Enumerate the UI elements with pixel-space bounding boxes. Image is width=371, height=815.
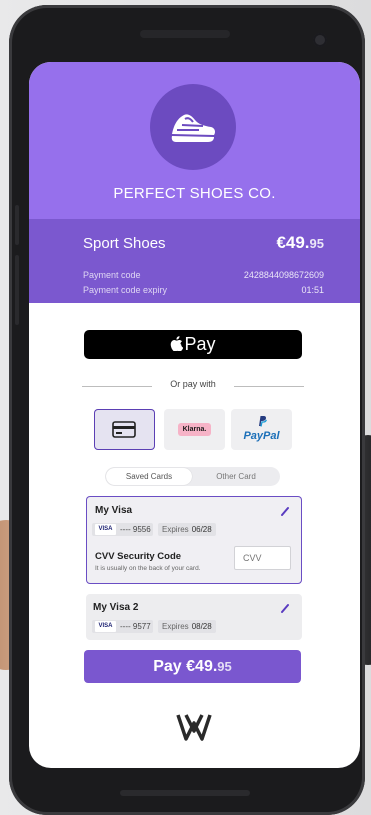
phone-speaker (140, 30, 230, 38)
payment-code-expiry-value: 01:51 (301, 285, 324, 295)
apple-pay-label: Pay (184, 334, 216, 354)
klarna-method-button[interactable]: Klarna. (164, 409, 225, 450)
edit-pencil-icon[interactable] (280, 506, 290, 516)
apple-pay-button[interactable]: Pay (84, 330, 302, 359)
brand-name: PERFECT SHOES CO. (113, 185, 276, 202)
phone-chin (120, 790, 250, 796)
phone-volume-button (15, 205, 19, 245)
cvv-hint: It is usually on the back of your card. (95, 565, 201, 572)
card-expiry: Expires 06/28 (158, 523, 216, 536)
pay-label: Pay (153, 658, 182, 675)
card-title: My Visa 2 (93, 602, 139, 613)
payment-code-label: Payment code (83, 270, 141, 280)
card-number: ---- 9556 (120, 525, 151, 534)
cvv-title: CVV Security Code (95, 551, 182, 562)
or-pay-with-divider: Or pay with (82, 379, 304, 393)
checkout-screen: PERFECT SHOES CO. Sport Shoes €49.95 Pay… (29, 62, 360, 768)
apple-icon (171, 336, 184, 352)
card-number: ---- 9577 (120, 622, 151, 631)
shoe-icon (171, 114, 215, 142)
card-method-button[interactable] (94, 409, 155, 450)
visa-logo: VISA (95, 621, 116, 632)
tab-saved-cards[interactable]: Saved Cards (106, 468, 192, 485)
paypal-method-button[interactable]: PayPal (231, 409, 292, 450)
edit-pencil-icon[interactable] (280, 603, 290, 613)
phone-camera (313, 33, 327, 47)
brand-header: PERFECT SHOES CO. (29, 62, 360, 219)
brand-logo (150, 84, 236, 170)
saved-card-my-visa-2[interactable]: My Visa 2 VISA ---- 9577 Expires 08/28 (86, 594, 302, 640)
phone-power-button (15, 255, 19, 325)
tab-other-card[interactable]: Other Card (193, 468, 279, 485)
paypal-logo: PayPal (243, 430, 280, 442)
card-tabs: Saved Cards Other Card (105, 467, 280, 486)
paypal-icon (259, 416, 267, 427)
cvv-input[interactable] (234, 546, 291, 570)
payment-code-value: 2428844098672609 (243, 270, 324, 280)
visa-logo: VISA (95, 524, 116, 535)
pay-button[interactable]: Pay €49.95 (84, 650, 301, 683)
card-title: My Visa (95, 505, 133, 516)
pay-amount: €49.95 (186, 658, 232, 675)
provider-logo-icon (176, 714, 212, 741)
order-summary: Sport Shoes €49.95 Payment code 24288440… (29, 219, 360, 303)
card-expiry: Expires 08/28 (158, 620, 216, 633)
saved-card-my-visa[interactable]: My Visa VISA ---- 9556 Expires 06/28 CVV … (86, 496, 302, 584)
order-price: €49.95 (276, 233, 324, 252)
klarna-logo: Klarna. (178, 423, 211, 436)
payment-code-expiry-label: Payment code expiry (83, 285, 168, 295)
credit-card-icon (112, 421, 136, 438)
or-pay-with-text: Or pay with (170, 379, 216, 389)
product-name: Sport Shoes (83, 235, 166, 252)
divider-line-right (234, 386, 304, 387)
